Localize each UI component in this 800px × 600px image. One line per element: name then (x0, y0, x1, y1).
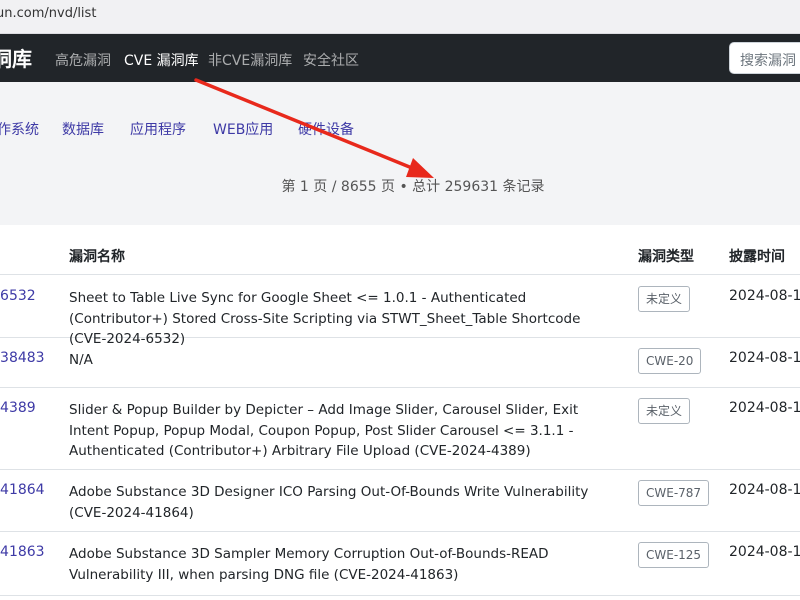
category-link-database[interactable]: 数据库 (62, 119, 104, 139)
disclosure-date: 2024-08-14 (729, 482, 800, 498)
cve-id-link[interactable]: -41864 (0, 482, 45, 498)
table-row: -38483 N/A CWE-20 2024-08-14 (0, 338, 800, 388)
nav-link-cve-database[interactable]: CVE 漏洞库 (124, 50, 199, 70)
table-row: -41863 Adobe Substance 3D Sampler Memory… (0, 532, 800, 596)
vulnerability-type-badge: CWE-125 (638, 542, 710, 568)
category-link-web-application[interactable]: WEB应用 (213, 119, 273, 139)
site-brand[interactable]: 洞库 (0, 43, 32, 72)
disclosure-date: 2024-08-14 (729, 544, 800, 560)
browser-url-bar[interactable]: un.com/nvd/list (0, 0, 800, 34)
column-header-name: 漏洞名称 (69, 249, 125, 265)
table-header: 漏洞名称 漏洞类型 披露时间 (0, 225, 800, 275)
nav-link-non-cve-database[interactable]: 非CVE漏洞库 (208, 50, 292, 70)
vulnerability-name: Adobe Substance 3D Designer ICO Parsing … (69, 484, 589, 521)
cve-id-link[interactable]: -6532 (0, 288, 36, 304)
vulnerability-type-badge: 未定义 (638, 398, 691, 424)
column-header-date: 披露时间 (729, 249, 785, 265)
table-row: -41864 Adobe Substance 3D Designer ICO P… (0, 470, 800, 532)
cve-id-link[interactable]: -4389 (0, 400, 36, 416)
category-link-os[interactable]: 作系统 (0, 119, 39, 139)
vulnerability-type-badge: 未定义 (638, 286, 691, 312)
category-link-application[interactable]: 应用程序 (130, 119, 186, 139)
vulnerability-type-badge: CWE-787 (638, 480, 710, 506)
table-row: -4389 Slider & Popup Builder by Depicter… (0, 388, 800, 470)
cve-id-link[interactable]: -41863 (0, 544, 45, 560)
vulnerability-name: Adobe Substance 3D Sampler Memory Corrup… (69, 546, 549, 583)
url-text[interactable]: un.com/nvd/list (0, 6, 96, 21)
top-navbar: 洞库 高危漏洞 CVE 漏洞库 非CVE漏洞库 安全社区 搜索漏洞 (0, 34, 800, 82)
table-row: -6532 Sheet to Table Live Sync for Googl… (0, 276, 800, 347)
nav-link-security-community[interactable]: 安全社区 (303, 50, 359, 70)
pagination-info: 第 1 页 / 8655 页 • 总计 259631 条记录 (281, 179, 545, 195)
disclosure-date: 2024-08-14 (729, 350, 800, 366)
category-link-hardware[interactable]: 硬件设备 (298, 119, 354, 139)
search-input[interactable]: 搜索漏洞 (729, 42, 800, 74)
vulnerability-name: Slider & Popup Builder by Depicter – Add… (69, 402, 579, 459)
vulnerability-type-badge: CWE-20 (638, 348, 702, 374)
disclosure-date: 2024-08-14 (729, 400, 800, 416)
nav-link-high-risk[interactable]: 高危漏洞 (55, 50, 111, 70)
disclosure-date: 2024-08-14 (729, 288, 800, 304)
cve-id-link[interactable]: -38483 (0, 350, 45, 366)
vulnerability-name: N/A (69, 352, 93, 368)
column-header-type: 漏洞类型 (638, 249, 694, 265)
category-panel: 作系统 数据库 应用程序 WEB应用 硬件设备 第 1 页 / 8655 页 •… (0, 82, 800, 225)
